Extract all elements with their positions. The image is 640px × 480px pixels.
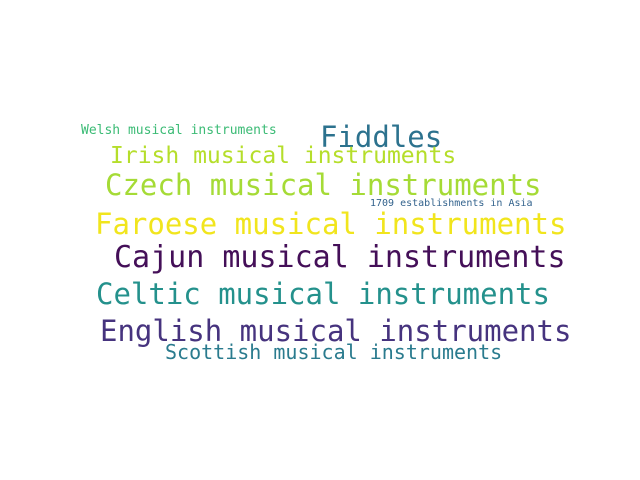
word-scottish-musical-instruments: Scottish musical instruments bbox=[165, 340, 503, 364]
word-faroese-musical-instruments: Faroese musical instruments bbox=[95, 207, 567, 241]
word-czech-musical-instruments: Czech musical instruments bbox=[105, 168, 542, 202]
word-irish-musical-instruments: Irish musical instruments bbox=[110, 143, 457, 169]
word-cajun-musical-instruments: Cajun musical instruments bbox=[114, 240, 566, 275]
word-celtic-musical-instruments: Celtic musical instruments bbox=[96, 277, 550, 311]
word-welsh-musical-instruments: Welsh musical instruments bbox=[81, 123, 277, 138]
word-cloud: Welsh musical instruments Fiddles Irish … bbox=[0, 0, 640, 480]
